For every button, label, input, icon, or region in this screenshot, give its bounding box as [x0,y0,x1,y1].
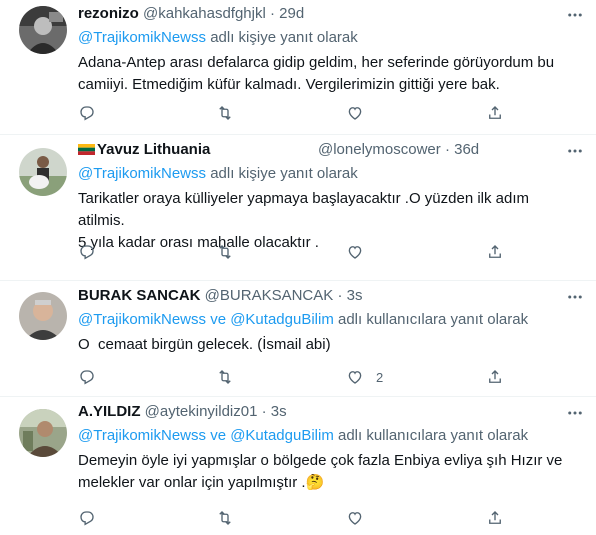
like-icon [346,509,364,527]
timestamp[interactable]: 36d [454,141,479,158]
share-button[interactable] [486,508,504,528]
reply-context: @TrajikomikNewss adlı kişiye yanıt olara… [78,164,358,184]
tweet-actions [78,103,508,123]
retweet-button[interactable] [216,242,234,262]
user-handle[interactable]: @lonelymoscower [318,141,441,158]
tweet-text-line: Tarikatler oraya külliyeler yapmaya başl… [78,190,530,229]
tweet-header: A.YILDIZ @aytekinyildiz01 · 3s [78,402,556,422]
tweet-actions: 2 [78,367,508,387]
mention-link[interactable]: @TrajikomikNewss [78,165,206,182]
tweet-header: rezonizo @kahkahasdfghjkl · 29d [78,4,556,24]
tweet-actions [78,508,508,528]
tweet-text: Demeyin öyle iyi yapmışlar o bölgede çok… [78,450,568,494]
reply-context: @TrajikomikNewss ve @KutadguBilim adlı k… [78,426,528,446]
timestamp[interactable]: 3s [271,403,287,420]
reply-button[interactable] [78,367,96,387]
reply-icon [78,243,96,261]
mention-conjunction: ve [210,427,227,444]
timestamp[interactable]: 3s [347,287,363,304]
more-icon[interactable] [566,142,584,160]
share-icon [486,243,504,261]
share-button[interactable] [486,103,504,123]
like-icon [346,104,364,122]
reply-icon [78,104,96,122]
reply-context-text: adlı kişiye yanıt olarak [210,29,358,46]
separator-dot: · [444,141,450,158]
reply-icon [78,509,96,527]
timestamp[interactable]: 29d [279,5,304,22]
tweet-text-line: O cemaat birgün gelecek. (İsmail abi) [78,336,331,353]
share-button[interactable] [486,367,504,387]
tweet-text-line: melekler var onlar için yapılmıştır .🤔 [78,474,325,491]
separator-dot: · [337,287,343,304]
like-button[interactable] [346,508,364,528]
tweet[interactable]: rezonizo @kahkahasdfghjkl · 29d @Trajiko… [0,0,596,135]
user-name[interactable]: BURAK SANCAK [78,287,201,304]
reply-button[interactable] [78,242,96,262]
tweet-header: BURAK SANCAK @BURAKSANCAK · 3s [78,286,556,306]
tweet-text: Adana-Antep arası defalarca gidip geldim… [78,52,568,96]
retweet-button[interactable] [216,103,234,123]
mention-conjunction: ve [210,311,227,328]
share-icon [486,104,504,122]
separator-dot: · [261,403,267,420]
tweet-text-line: camiiyi. Etmediğim küfür kalmadı. Vergil… [78,76,500,93]
tweet[interactable]: A.YILDIZ @aytekinyildiz01 · 3s @Trajikom… [0,398,596,535]
share-icon [486,509,504,527]
tweet-text-line: Demeyin öyle iyi yapmışlar o bölgede çok… [78,452,563,469]
more-icon[interactable] [566,288,584,306]
tweet-header: Yavuz Lithuania @lonelymoscower · 36d [78,140,556,160]
tweet-actions [78,242,508,262]
like-button[interactable] [346,242,364,262]
mention-link[interactable]: @KutadguBilim [230,311,334,328]
avatar[interactable] [19,292,67,340]
like-button[interactable]: 2 [346,367,383,387]
reply-context-text: adlı kişiye yanıt olarak [210,165,358,182]
reply-icon [78,368,96,386]
reply-button[interactable] [78,103,96,123]
like-icon [346,368,364,386]
user-name[interactable]: A.YILDIZ [78,403,141,420]
separator-dot: · [270,5,275,22]
more-icon[interactable] [566,6,584,24]
reply-button[interactable] [78,508,96,528]
tweet[interactable]: BURAK SANCAK @BURAKSANCAK · 3s @Trajikom… [0,282,596,397]
retweet-icon [216,509,234,527]
like-button[interactable] [346,103,364,123]
tweet-text-line: Adana-Antep arası defalarca gidip geldim… [78,54,555,71]
retweet-button[interactable] [216,367,234,387]
user-name[interactable]: rezonizo [78,5,139,22]
like-count: 2 [376,369,384,385]
retweet-icon [216,243,234,261]
mention-link[interactable]: @KutadguBilim [230,427,334,444]
retweet-icon [216,104,234,122]
mention-link[interactable]: @TrajikomikNewss [78,29,206,46]
share-button[interactable] [486,242,504,262]
like-icon [346,243,364,261]
user-handle[interactable]: @kahkahasdfghjkl [143,5,266,22]
lithuania-flag-icon [78,144,95,155]
tweet[interactable]: Yavuz Lithuania @lonelymoscower · 36d @T… [0,136,596,281]
reply-context-text: adlı kullanıcılara yanıt olarak [337,311,529,328]
reply-context: @TrajikomikNewss ve @KutadguBilim adlı k… [78,310,528,330]
retweet-icon [216,368,234,386]
user-handle[interactable]: @aytekinyildiz01 [145,403,258,420]
user-handle[interactable]: @BURAKSANCAK [205,287,334,304]
mention-link[interactable]: @TrajikomikNewss [78,427,206,444]
avatar[interactable] [19,409,67,457]
retweet-button[interactable] [216,508,234,528]
avatar[interactable] [19,6,67,54]
tweet-text: O cemaat birgün gelecek. (İsmail abi) [78,334,568,356]
avatar[interactable] [19,148,67,196]
mention-link[interactable]: @TrajikomikNewss [78,311,206,328]
reply-context: @TrajikomikNewss adlı kişiye yanıt olara… [78,28,358,48]
more-icon[interactable] [566,404,584,422]
reply-context-text: adlı kullanıcılara yanıt olarak [337,427,529,444]
share-icon [486,368,504,386]
user-name[interactable]: Yavuz Lithuania [97,141,210,158]
